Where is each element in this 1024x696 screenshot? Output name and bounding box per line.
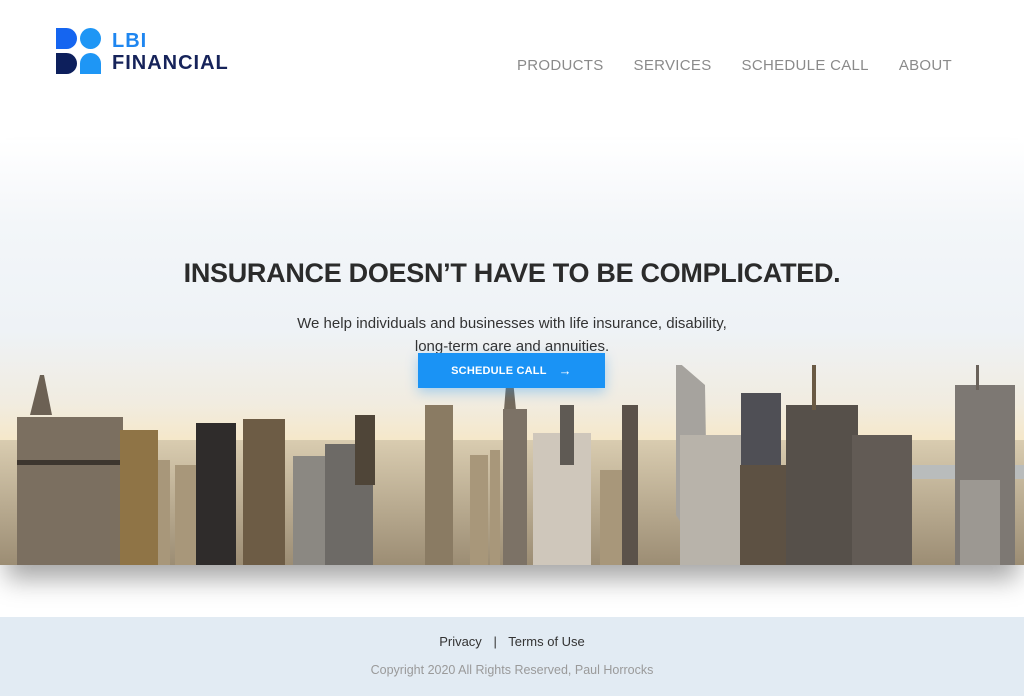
logo-shape [56,53,77,74]
nav-schedule-call[interactable]: SCHEDULE CALL [742,57,869,74]
logo-text: LBI FINANCIAL [112,30,229,74]
logo[interactable]: LBI FINANCIAL [56,28,229,75]
site-header: LBI FINANCIAL PRODUCTS SERVICES SCHEDULE… [0,0,1024,130]
hero-section: INSURANCE DOESN’T HAVE TO BE COMPLICATED… [0,140,1024,565]
terms-of-use-link[interactable]: Terms of Use [508,634,585,649]
hero-subtitle: We help individuals and businesses with … [297,315,727,355]
city-skyline-image [0,365,1024,565]
main-nav: PRODUCTS SERVICES SCHEDULE CALL ABOUT [517,57,952,74]
schedule-call-button[interactable]: SCHEDULE CALL → [418,353,605,388]
logo-shape [56,28,77,49]
logo-line-2: FINANCIAL [112,51,229,74]
logo-shape [80,28,101,49]
arrow-right-icon: → [558,363,572,378]
nav-products[interactable]: PRODUCTS [517,57,604,74]
copyright-text: Copyright 2020 All Rights Reserved, Paul… [370,663,654,677]
privacy-link[interactable]: Privacy [439,634,482,649]
footer-separator: | [493,634,497,649]
nav-about[interactable]: ABOUT [899,57,952,74]
nav-services[interactable]: SERVICES [634,57,712,74]
logo-line-1: LBI [112,29,148,52]
site-footer: Privacy | Terms of Use Copyright 2020 Al… [0,617,1024,696]
hero-title: INSURANCE DOESN’T HAVE TO BE COMPLICATED… [183,258,841,289]
footer-links: Privacy | Terms of Use [0,634,1024,649]
logo-shape [80,53,101,74]
logo-mark-icon [56,28,102,75]
schedule-call-button-label: SCHEDULE CALL [451,364,547,377]
